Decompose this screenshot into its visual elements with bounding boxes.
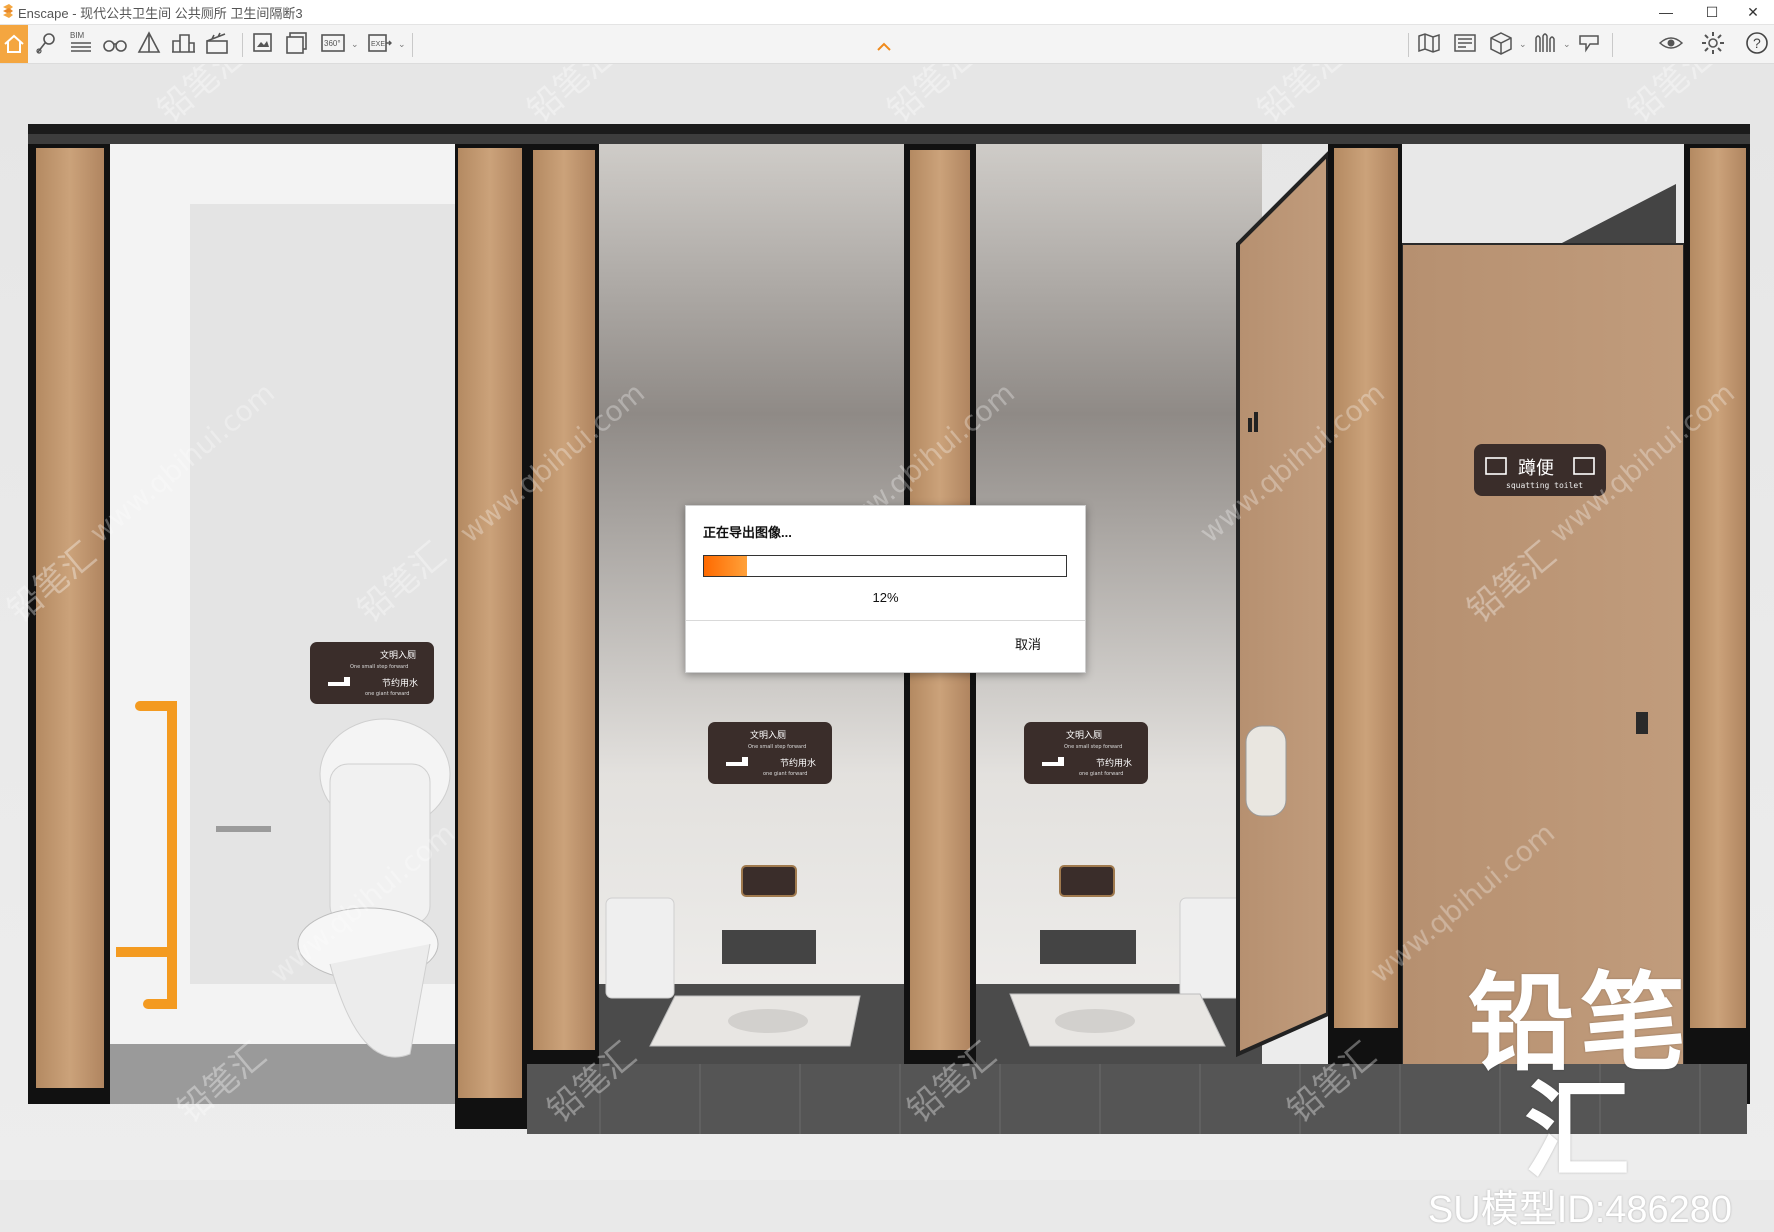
bim-button[interactable]: BIM (66, 28, 96, 58)
progress-bar-fill (704, 556, 748, 576)
buildings-icon (172, 34, 195, 53)
eye-button[interactable] (1656, 28, 1686, 58)
asset-library-icon (1535, 33, 1555, 52)
render-settings-button[interactable] (1450, 28, 1480, 58)
help-icon: ? (1746, 32, 1768, 54)
svg-text:one giant forward: one giant forward (1079, 771, 1123, 777)
batch-render-button[interactable] (282, 28, 312, 58)
export-dropdown-chevron-icon[interactable]: ⌄ (398, 39, 406, 50)
asset-library-button[interactable] (1530, 28, 1560, 58)
partition-pillar (1334, 148, 1398, 1028)
svg-text:One small step forward: One small step forward (350, 664, 408, 670)
toolbar-separator (412, 33, 413, 57)
panorama-dropdown-chevron-icon[interactable]: ⌄ (351, 39, 359, 50)
brand-name: 铅笔汇 (1468, 962, 1692, 1193)
svg-text:铅笔汇: 铅笔汇 (1250, 64, 1354, 131)
enscape-logo-icon (3, 4, 13, 18)
screenshot-button[interactable] (248, 28, 278, 58)
panorama-button[interactable]: 360° (318, 28, 348, 58)
home-icon (4, 34, 24, 53)
window-title: Enscape - 现代公共卫生间 公共厕所 卫生间隔断3 (18, 6, 303, 21)
partition-pillar (36, 148, 104, 1088)
stall-4-door (1401, 243, 1685, 1085)
svg-text:铅笔汇: 铅笔汇 (520, 64, 624, 131)
svg-text:节约用水: 节约用水 (382, 677, 418, 689)
visual-settings-icon (1579, 35, 1599, 53)
svg-text:蹲便: 蹲便 (1518, 458, 1554, 479)
binoculars-button[interactable] (100, 28, 130, 58)
toolbar-separator (1612, 33, 1613, 57)
cube-dropdown-chevron-icon[interactable]: ⌄ (1519, 39, 1527, 50)
partition-pillar (533, 150, 595, 1050)
toolbar-separator (242, 33, 243, 57)
render-settings-icon (1454, 34, 1476, 52)
clapperboard-icon (206, 32, 228, 54)
svg-text:One small step forward: One small step forward (748, 744, 806, 750)
svg-text:节约用水: 节约用水 (1096, 757, 1132, 769)
video-editor-button[interactable] (202, 28, 232, 58)
toolbar-separator (1408, 33, 1409, 57)
visual-settings-button[interactable] (1574, 28, 1604, 58)
progress-percent: 12% (872, 590, 899, 605)
stall-2-sign: 文明入厕 One small step forward 节约用水 one gia… (708, 722, 832, 784)
svg-text:?: ? (1753, 35, 1761, 51)
svg-text:one giant forward: one giant forward (763, 771, 807, 777)
maximize-button[interactable]: ☐ (1689, 0, 1735, 24)
brand-watermark: 铅笔汇 SU模型ID:486280 (1420, 970, 1740, 1232)
stall-3-sign: 文明入厕 One small step forward 节约用水 one gia… (1024, 722, 1148, 784)
asset-dropdown-chevron-icon[interactable]: ⌄ (1563, 39, 1571, 50)
svg-text:EXE: EXE (371, 41, 385, 48)
pyramid-icon (137, 31, 161, 53)
pyramid-button[interactable] (134, 28, 164, 58)
collapse-toolbar-chevron-up-icon[interactable] (876, 42, 892, 52)
civility-sign: 文明入厕 One small step forward 节约用水 one gia… (310, 642, 434, 704)
svg-text:铅笔汇: 铅笔汇 (880, 64, 984, 131)
dialog-title: 正在导出图像... (703, 525, 792, 540)
svg-text:铅笔汇: 铅笔汇 (1620, 64, 1724, 131)
batch-render-icon (286, 32, 307, 54)
svg-text:squatting toilet: squatting toilet (1506, 481, 1583, 490)
model-id: SU模型ID:486280 (1427, 1189, 1733, 1231)
svg-text:one giant forward: one giant forward (365, 691, 409, 697)
home-button[interactable] (0, 25, 28, 63)
location-pin-icon (36, 33, 55, 54)
title-bar: Enscape - 现代公共卫生间 公共厕所 卫生间隔断3 — ☐ ✕ (0, 0, 1774, 25)
export-progress-dialog: 正在导出图像... 12% 取消 (685, 505, 1086, 673)
map-icon (1418, 33, 1440, 53)
settings-button[interactable] (1698, 28, 1728, 58)
binoculars-icon (103, 40, 127, 52)
map-button[interactable] (1414, 28, 1444, 58)
partition-pillar (1690, 148, 1746, 1028)
svg-text:One small step forward: One small step forward (1064, 744, 1122, 750)
svg-text:文明入厕: 文明入厕 (1066, 729, 1102, 741)
cube-button[interactable] (1486, 28, 1516, 58)
exe-export-icon: EXE (368, 34, 392, 52)
location-button[interactable] (32, 28, 62, 58)
cube-icon (1490, 32, 1512, 55)
svg-text:节约用水: 节约用水 (780, 757, 816, 769)
gear-icon (1702, 32, 1724, 54)
bim-icon: BIM (70, 31, 91, 52)
exe-export-button[interactable]: EXE (364, 28, 394, 58)
partition-pillar (458, 148, 522, 1098)
svg-text:BIM: BIM (70, 31, 85, 40)
panorama-360-icon: 360° (321, 34, 345, 52)
screenshot-icon (253, 33, 272, 52)
eye-icon (1658, 37, 1684, 49)
progress-bar (703, 555, 1067, 577)
svg-text:文明入厕: 文明入厕 (380, 649, 416, 661)
minimize-button[interactable]: — (1643, 0, 1689, 24)
svg-text:铅笔汇: 铅笔汇 (150, 64, 254, 131)
svg-text:文明入厕: 文明入厕 (750, 729, 786, 741)
svg-text:360°: 360° (324, 39, 341, 48)
help-button[interactable]: ? (1742, 28, 1772, 58)
buildings-button[interactable] (168, 28, 198, 58)
cancel-button[interactable]: 取消 (998, 634, 1058, 656)
dialog-divider (686, 620, 1085, 621)
close-button[interactable]: ✕ (1730, 0, 1774, 24)
